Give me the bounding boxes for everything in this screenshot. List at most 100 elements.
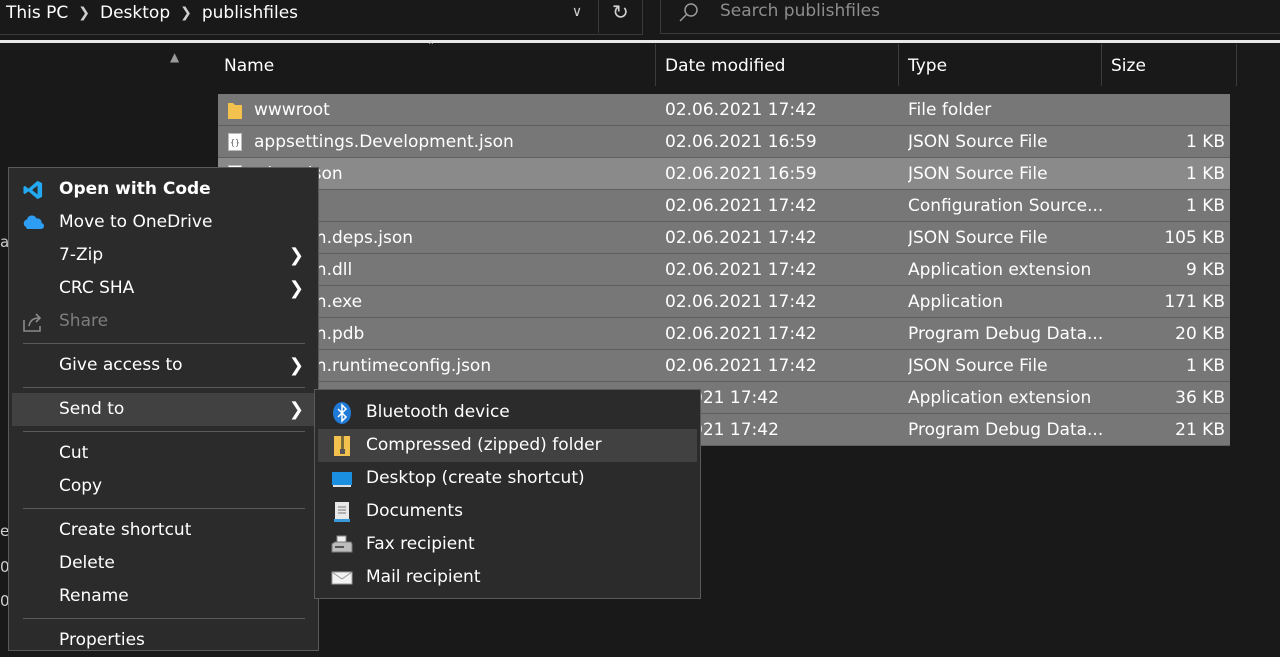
menu-item-label: Properties <box>59 630 145 650</box>
menu-item-give-access[interactable]: Give access to ❯ <box>9 349 318 382</box>
chevron-right-icon[interactable]: ❯ <box>180 5 192 21</box>
menu-item-send-to[interactable]: Send to ❯ <box>12 393 315 426</box>
file-date: 02.06.2021 17:42 <box>665 292 817 312</box>
menu-separator <box>23 431 305 432</box>
submenu-item-label: Fax recipient <box>366 534 475 554</box>
search-icon <box>679 3 698 22</box>
submenu-item-mail[interactable]: Mail recipient <box>318 561 697 594</box>
file-size: 1 KB <box>1185 164 1225 184</box>
menu-item-copy[interactable]: Copy <box>9 470 318 503</box>
vscode-icon <box>23 180 43 200</box>
menu-item-label: 7-Zip <box>59 245 104 265</box>
column-header-date[interactable]: Date modified <box>659 44 899 86</box>
file-type: JSON Source File <box>908 164 1048 184</box>
submenu-item-label: Compressed (zipped) folder <box>366 435 602 455</box>
file-date: 02.06.2021 17:42 <box>665 100 817 120</box>
file-type: File folder <box>908 100 992 120</box>
search-input[interactable]: Search publishfiles <box>720 1 880 21</box>
menu-item-create-shortcut[interactable]: Create shortcut <box>9 514 318 547</box>
file-date: 02.06.2021 17:42 <box>665 324 817 344</box>
table-row[interactable]: nfig 02.06.2021 17:42 Configuration Sour… <box>218 190 1230 222</box>
submenu-item-documents[interactable]: Documents <box>318 495 697 528</box>
menu-item-rename[interactable]: Rename <box>9 580 318 613</box>
menu-item-share[interactable]: Share <box>9 305 318 338</box>
menu-separator <box>23 387 305 388</box>
refresh-icon[interactable]: ↻ <box>612 0 629 24</box>
context-menu: Open with Code Move to OneDrive 7-Zip ❯ … <box>8 167 319 651</box>
crumb-publishfiles[interactable]: publishfiles <box>202 3 298 23</box>
chevron-right-icon: ❯ <box>288 245 304 266</box>
chevron-right-icon: ❯ <box>288 399 304 420</box>
file-size: 1 KB <box>1185 132 1225 152</box>
table-row[interactable]: {} appsettings.Development.json 02.06.20… <box>218 126 1230 158</box>
menu-item-label: Move to OneDrive <box>59 212 213 232</box>
menu-item-label: Send to <box>59 399 125 419</box>
file-type: Application extension <box>908 388 1092 408</box>
table-row[interactable]: ttings.json 02.06.2021 16:59 JSON Source… <box>218 158 1230 190</box>
menu-item-label: Cut <box>59 443 89 463</box>
menu-item-label: Rename <box>59 586 129 606</box>
submenu-item-bluetooth[interactable]: Bluetooth device <box>318 396 697 429</box>
table-row[interactable]: plication.dll 02.06.2021 17:42 Applicati… <box>218 254 1230 286</box>
chevron-right-icon[interactable]: ❯ <box>78 5 90 21</box>
table-row[interactable]: plication.runtimeconfig.json 02.06.2021 … <box>218 350 1230 382</box>
file-size: 9 KB <box>1185 260 1225 280</box>
file-size: 171 KB <box>1164 292 1225 312</box>
file-type: JSON Source File <box>908 132 1048 152</box>
menu-item-label: Create shortcut <box>59 520 192 540</box>
share-icon <box>23 313 42 332</box>
file-size <box>1110 94 1225 125</box>
menu-item-label: Give access to <box>59 355 183 375</box>
submenu-item-fax[interactable]: Fax recipient <box>318 528 697 561</box>
file-date: 02.06.2021 17:42 <box>665 356 817 376</box>
table-row[interactable]: plication.pdb 02.06.2021 17:42 Program D… <box>218 318 1230 350</box>
file-type: Program Debug Data... <box>908 420 1104 440</box>
fax-icon <box>331 535 353 553</box>
table-row[interactable]: plication.deps.json 02.06.2021 17:42 JSO… <box>218 222 1230 254</box>
table-row[interactable]: wwwroot 02.06.2021 17:42 File folder <box>218 94 1230 126</box>
breadcrumb: This PC ❯ Desktop ❯ publishfiles <box>6 0 298 26</box>
zip-folder-icon <box>334 436 350 456</box>
submenu-item-desktop[interactable]: Desktop (create shortcut) <box>318 462 697 495</box>
column-header-size[interactable]: Size <box>1105 44 1237 86</box>
file-size: 105 KB <box>1164 228 1225 248</box>
file-type: Program Debug Data... <box>908 324 1104 344</box>
chevron-down-icon[interactable]: ∨ <box>566 4 588 22</box>
file-date: 02.06.2021 17:42 <box>665 260 817 280</box>
menu-item-7zip[interactable]: 7-Zip ❯ <box>9 239 318 272</box>
scroll-up-icon[interactable]: ▲ <box>170 50 179 64</box>
file-type: JSON Source File <box>908 228 1048 248</box>
menu-item-move-to-onedrive[interactable]: Move to OneDrive <box>9 206 318 239</box>
chevron-right-icon: ❯ <box>288 278 304 299</box>
submenu-item-label: Bluetooth device <box>366 402 510 422</box>
desktop-icon <box>332 472 352 487</box>
menu-item-label: CRC SHA <box>59 278 135 298</box>
table-row[interactable]: plication.exe 02.06.2021 17:42 Applicati… <box>218 286 1230 318</box>
file-date: 02.06.2021 17:42 <box>665 196 817 216</box>
menu-item-delete[interactable]: Delete <box>9 547 318 580</box>
file-date: 02.06.2021 17:42 <box>665 228 817 248</box>
file-size: 20 KB <box>1175 324 1225 344</box>
menu-item-label: Open with Code <box>59 179 211 199</box>
file-name: appsettings.Development.json <box>254 132 514 152</box>
svg-text:{}: {} <box>230 138 240 147</box>
submenu-item-compressed-folder[interactable]: Compressed (zipped) folder <box>318 429 697 462</box>
file-size: 1 KB <box>1185 196 1225 216</box>
file-type: Configuration Source... <box>908 196 1104 216</box>
folder-icon <box>228 103 242 119</box>
crumb-this-pc[interactable]: This PC <box>6 3 68 23</box>
column-header-name[interactable]: Name <box>218 44 656 86</box>
menu-item-cut[interactable]: Cut <box>9 437 318 470</box>
file-type: Application <box>908 292 1003 312</box>
file-date: 02.06.2021 16:59 <box>665 164 817 184</box>
send-to-submenu: Bluetooth device Compressed (zipped) fol… <box>314 389 701 599</box>
menu-separator <box>23 343 305 344</box>
menu-item-open-with-code[interactable]: Open with Code <box>9 173 318 206</box>
column-header-type[interactable]: Type <box>902 44 1102 86</box>
divider <box>0 40 1280 43</box>
menu-item-label: Copy <box>59 476 103 496</box>
menu-item-crc-sha[interactable]: CRC SHA ❯ <box>9 272 318 305</box>
crumb-desktop[interactable]: Desktop <box>100 3 170 23</box>
mail-icon <box>331 571 353 585</box>
menu-item-properties[interactable]: Properties <box>9 624 318 657</box>
